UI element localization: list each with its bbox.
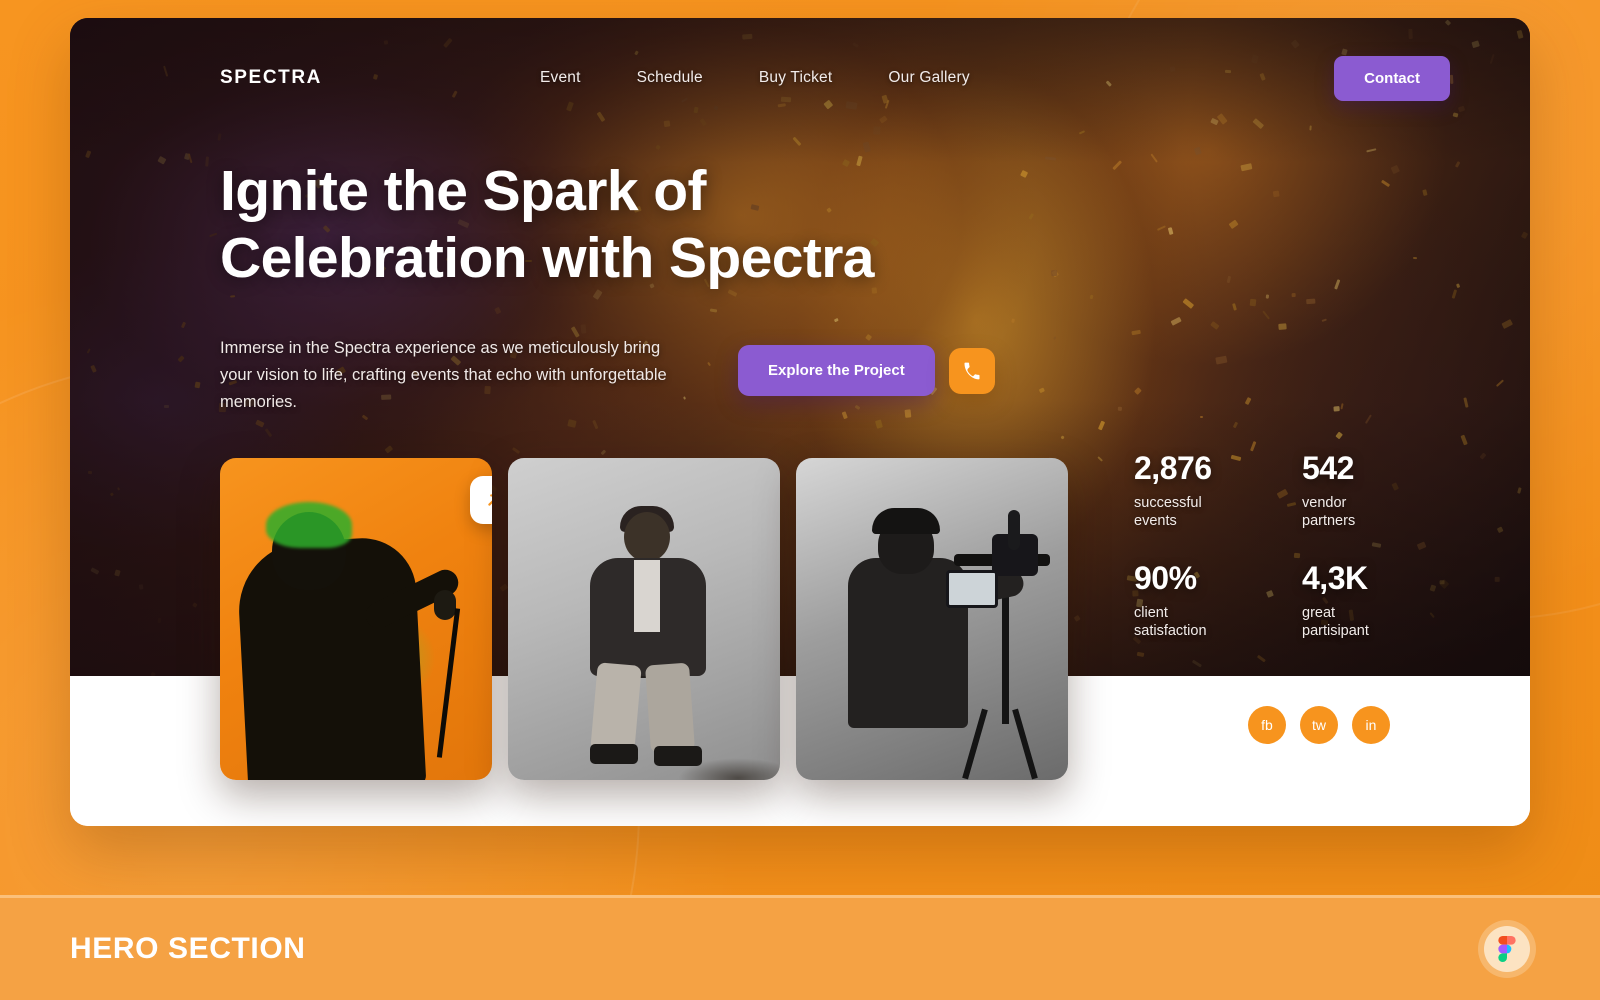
stat-label-line-2: satisfaction	[1134, 623, 1207, 639]
phone-icon	[962, 361, 982, 381]
stat-label-line-1: successful	[1134, 495, 1202, 511]
explore-the-project-button[interactable]: Explore the Project	[738, 345, 935, 396]
stat-label-line-1: client	[1134, 605, 1168, 621]
page-title: Ignite the Spark of Celebration with Spe…	[220, 158, 1020, 291]
page-frame: SPECTRA Event Schedule Buy Ticket Our Ga…	[70, 18, 1530, 826]
stat-label: client satisfaction	[1134, 605, 1274, 640]
operator-headphones	[872, 508, 940, 534]
arrow-link-badge[interactable]	[470, 476, 492, 524]
headline-line-1: Ignite the Spark of	[220, 158, 1020, 225]
speaker-leg-left	[590, 662, 642, 754]
stat-label: successful events	[1134, 495, 1274, 530]
brand-logo[interactable]: SPECTRA	[220, 67, 322, 89]
stats-grid: 2,876 successful events 542 vendor partn…	[1134, 450, 1442, 641]
hero-copy: Ignite the Spark of Celebration with Spe…	[220, 158, 1020, 416]
stat-label-line-1: vendor	[1302, 495, 1346, 511]
hero-sub-row: Immerse in the Spectra experience as we …	[220, 335, 1020, 415]
stat-successful-events: 2,876 successful events	[1134, 450, 1274, 530]
nav-item-our-gallery[interactable]: Our Gallery	[888, 69, 969, 87]
microphone-head	[434, 590, 456, 620]
arrow-up-right-icon	[483, 489, 492, 511]
stat-vendor-partners: 542 vendor partners	[1302, 450, 1442, 530]
contact-button[interactable]: Contact	[1334, 56, 1450, 101]
stat-label-line-1: great	[1302, 605, 1335, 621]
twitter-icon[interactable]: tw	[1300, 706, 1338, 744]
camera-monitor	[946, 570, 998, 608]
speaker-seated-card[interactable]	[508, 458, 780, 780]
speaker-leg-right	[645, 663, 695, 754]
facebook-icon[interactable]: fb	[1248, 706, 1286, 744]
gallery-cards	[220, 458, 1068, 780]
nav-links: Event Schedule Buy Ticket Our Gallery	[540, 69, 970, 87]
stat-value: 90%	[1134, 560, 1274, 597]
social-links: fb tw in	[1248, 706, 1390, 744]
nav-item-event[interactable]: Event	[540, 69, 581, 87]
speaker-shoe-left	[590, 744, 638, 764]
stat-label-line-2: partners	[1302, 513, 1355, 529]
audience-hands	[678, 758, 780, 780]
camera-operator-card[interactable]	[796, 458, 1068, 780]
figma-logo-icon	[1498, 936, 1516, 962]
singer-performance-card[interactable]	[220, 458, 492, 780]
stat-great-participant: 4,3K great partisipant	[1302, 560, 1442, 640]
linkedin-icon[interactable]: in	[1352, 706, 1390, 744]
speaker-shirt	[634, 560, 660, 632]
speaker-head	[624, 512, 670, 562]
figma-badge[interactable]	[1484, 926, 1530, 972]
singer-hair-glow	[266, 502, 352, 548]
stat-value: 2,876	[1134, 450, 1274, 487]
microphone-cable	[437, 608, 460, 757]
navbar: SPECTRA Event Schedule Buy Ticket Our Ga…	[70, 18, 1530, 138]
shotgun-microphone	[1008, 510, 1020, 550]
stat-label-line-2: partisipant	[1302, 623, 1369, 639]
footer-title: HERO SECTION	[70, 932, 306, 966]
tripod-leg-right	[1012, 709, 1038, 780]
stat-value: 542	[1302, 450, 1442, 487]
hero-cta-group: Explore the Project	[738, 345, 995, 396]
stat-value: 4,3K	[1302, 560, 1442, 597]
footer-bar: HERO SECTION	[0, 895, 1600, 1000]
hero-subtext: Immerse in the Spectra experience as we …	[220, 335, 690, 415]
nav-item-buy-ticket[interactable]: Buy Ticket	[759, 69, 833, 87]
stat-label-line-2: events	[1134, 513, 1177, 529]
phone-button[interactable]	[949, 348, 995, 394]
stat-client-satisfaction: 90% client satisfaction	[1134, 560, 1274, 640]
stat-label: great partisipant	[1302, 605, 1442, 640]
nav-item-schedule[interactable]: Schedule	[637, 69, 703, 87]
stat-label: vendor partners	[1302, 495, 1442, 530]
headline-line-2: Celebration with Spectra	[220, 225, 1020, 292]
